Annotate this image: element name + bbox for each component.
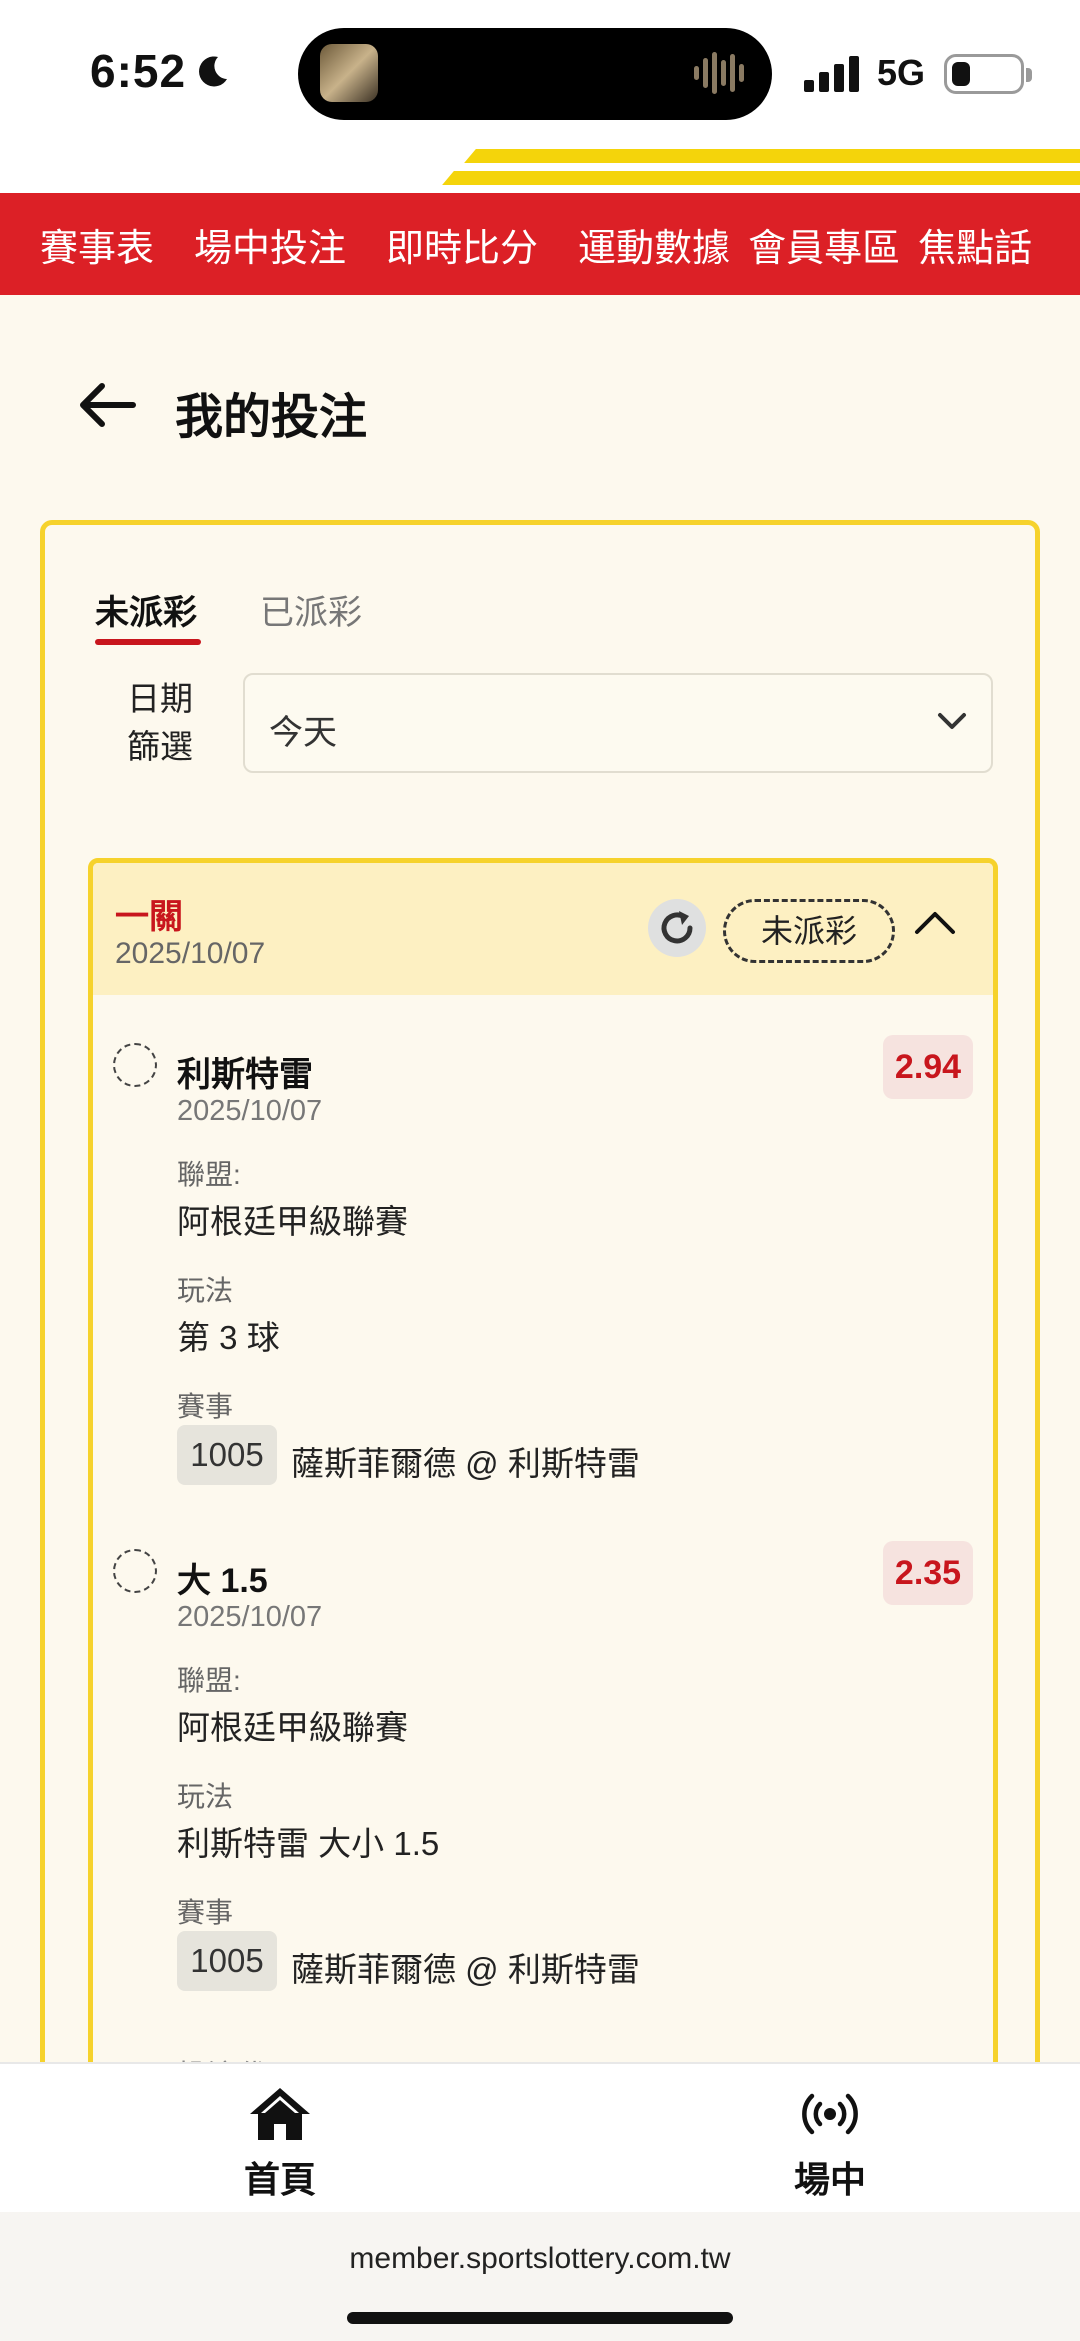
tab-live-label: 場中 bbox=[793, 2159, 866, 2200]
nav-item-focus[interactable]: 焦點話 bbox=[918, 217, 1032, 272]
play-value: 利斯特雷 大小 1.5 bbox=[177, 1825, 440, 1862]
bet-header[interactable]: 一關 2025/10/07 未派彩 bbox=[93, 863, 993, 995]
browser-url-bar[interactable]: member.sportslottery.com.tw bbox=[0, 2212, 1080, 2341]
bets-card: 未派彩 已派彩 日期 篩選 今天 一關 2025/10/07 未派彩 利斯特雷 … bbox=[40, 520, 1040, 2080]
league-value: 阿根廷甲級聯賽 bbox=[177, 1709, 408, 1746]
home-indicator[interactable] bbox=[347, 2312, 733, 2324]
chevron-up-icon[interactable] bbox=[913, 908, 957, 938]
network-type: 5G bbox=[877, 52, 926, 93]
bet-status-badge: 未派彩 bbox=[723, 899, 895, 963]
bet-slip: 一關 2025/10/07 未派彩 利斯特雷 2025/10/07 2.94 聯… bbox=[88, 858, 998, 2075]
match-number-badge: 1005 bbox=[177, 1931, 277, 1991]
match-name: 薩斯菲爾德 @ 利斯特雷 bbox=[291, 1445, 640, 1482]
match-number-badge: 1005 bbox=[177, 1425, 277, 1485]
selection-date: 2025/10/07 bbox=[177, 1601, 323, 1633]
nav-item-sports-data[interactable]: 運動數據 bbox=[578, 217, 730, 272]
nav-item-live-scores[interactable]: 即時比分 bbox=[386, 217, 538, 272]
match-label: 賽事 bbox=[177, 1897, 234, 1928]
audio-wave-icon bbox=[694, 52, 744, 94]
tab-settled[interactable]: 已派彩 bbox=[260, 585, 362, 634]
match-label: 賽事 bbox=[177, 1391, 234, 1422]
date-filter-label-line2: 篩選 bbox=[127, 728, 193, 765]
league-value: 阿根廷甲級聯賽 bbox=[177, 1203, 408, 1240]
selection-status-indicator bbox=[113, 1043, 157, 1087]
refresh-button[interactable] bbox=[648, 899, 706, 957]
selection-name: 利斯特雷 bbox=[177, 1056, 313, 1094]
selection-date: 2025/10/07 bbox=[177, 1095, 323, 1127]
tab-home-label: 首頁 bbox=[243, 2159, 316, 2200]
status-bar: 6:52 5G bbox=[0, 0, 1080, 145]
nav-item-schedule[interactable]: 賽事表 bbox=[40, 217, 154, 272]
date-filter-label: 日期 篩選 bbox=[105, 675, 215, 771]
header-decoration bbox=[0, 145, 1080, 195]
home-icon bbox=[250, 2088, 310, 2140]
play-label: 玩法 bbox=[177, 1275, 234, 1306]
selection-status-indicator bbox=[113, 1549, 157, 1593]
play-value: 第 3 球 bbox=[177, 1319, 280, 1356]
bet-date: 2025/10/07 bbox=[115, 937, 266, 970]
moon-icon bbox=[199, 56, 227, 87]
signal-icon bbox=[804, 56, 859, 92]
date-filter-value: 今天 bbox=[269, 714, 337, 752]
selection-odds: 2.35 bbox=[883, 1541, 973, 1605]
live-broadcast-icon bbox=[802, 2093, 858, 2135]
league-label: 聯盟: bbox=[177, 1665, 241, 1696]
date-filter-label-line1: 日期 bbox=[127, 680, 193, 717]
league-label: 聯盟: bbox=[177, 1159, 241, 1190]
date-filter-select[interactable]: 今天 bbox=[243, 673, 993, 773]
bet-selection: 利斯特雷 2025/10/07 2.94 聯盟: 阿根廷甲級聯賽 玩法 第 3 … bbox=[93, 1035, 993, 1505]
back-arrow-icon[interactable] bbox=[78, 382, 136, 428]
chevron-down-icon bbox=[938, 713, 966, 729]
tab-unsettled[interactable]: 未派彩 bbox=[95, 585, 197, 634]
page-title: 我的投注 bbox=[175, 391, 368, 444]
tab-active-indicator bbox=[95, 639, 201, 645]
refresh-icon bbox=[661, 911, 693, 944]
play-label: 玩法 bbox=[177, 1781, 234, 1812]
selection-name: 大 1.5 bbox=[177, 1562, 268, 1600]
bottom-tab-bar: 首頁 場中 bbox=[0, 2062, 1080, 2212]
now-playing-thumbnail bbox=[320, 44, 378, 102]
url-text: member.sportslottery.com.tw bbox=[349, 2242, 731, 2275]
main-nav: 賽事表 場中投注 即時比分 運動數據 會員專區 焦點話 bbox=[0, 193, 1080, 295]
bet-selection: 大 1.5 2025/10/07 2.35 聯盟: 阿根廷甲級聯賽 玩法 利斯特… bbox=[93, 1541, 993, 2011]
nav-item-live-betting[interactable]: 場中投注 bbox=[194, 217, 346, 272]
status-time: 6:52 bbox=[90, 45, 187, 97]
match-name: 薩斯菲爾德 @ 利斯特雷 bbox=[291, 1951, 640, 1988]
tab-home[interactable]: 首頁 bbox=[180, 2086, 380, 2203]
bet-type: 一關 bbox=[115, 898, 183, 936]
selection-odds: 2.94 bbox=[883, 1035, 973, 1099]
tab-live[interactable]: 場中 bbox=[730, 2086, 930, 2203]
battery-icon bbox=[944, 54, 1032, 94]
nav-item-member-area[interactable]: 會員專區 bbox=[748, 217, 900, 272]
